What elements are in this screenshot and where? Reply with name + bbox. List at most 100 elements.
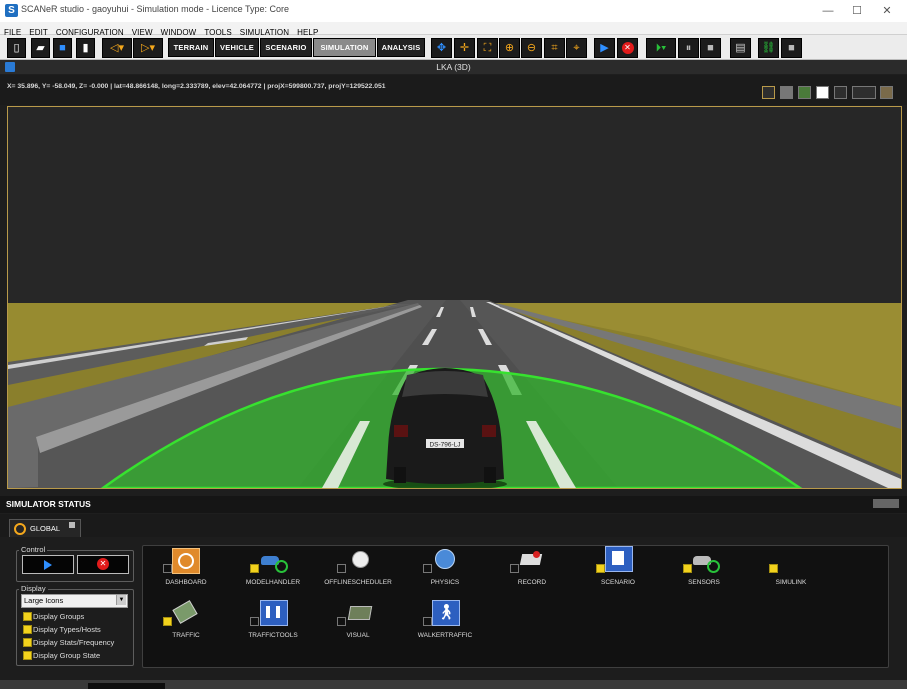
traffic-map-icon[interactable] <box>172 600 198 624</box>
module-visual-label: VISUAL <box>346 632 370 639</box>
minimize-button[interactable]: — <box>813 0 843 22</box>
display-mode-value: Large Icons <box>24 596 64 605</box>
module-offlinescheduler-checkbox[interactable] <box>337 564 346 573</box>
stop-button[interactable]: ✕ <box>77 555 129 574</box>
module-traffictools-label: TRAFFICTOOLS <box>248 632 298 639</box>
module-sensors-label: SENSORS <box>688 579 720 586</box>
users-dropdown-icon[interactable] <box>852 86 876 99</box>
control-group-label: Control <box>19 545 48 554</box>
light-toggle-icon[interactable] <box>816 86 829 99</box>
zoom-out-icon[interactable]: ⊖ <box>521 38 542 58</box>
viewport-title: LKA (3D) <box>436 62 471 72</box>
monitor-icon[interactable]: ▤ <box>730 38 751 58</box>
module-physics-checkbox[interactable] <box>423 564 432 573</box>
module-traffic-checkbox[interactable] <box>163 617 172 626</box>
grid-toggle-icon[interactable] <box>762 86 775 99</box>
select-move-icon[interactable]: ✥ <box>431 38 452 58</box>
display-groups-label: Display Groups <box>33 612 85 621</box>
square-icon[interactable]: ■ <box>781 38 802 58</box>
module-scenario-label: SCENARIO <box>601 579 635 586</box>
module-physics-label: PHYSICS <box>430 579 460 586</box>
tab-global-label: GLOBAL <box>30 524 61 533</box>
display-group-state-checkbox[interactable] <box>23 651 32 660</box>
tab-global-icon <box>14 523 26 535</box>
dashboard-gauge-icon[interactable] <box>172 548 200 574</box>
display-groups-checkbox[interactable] <box>23 612 32 621</box>
stop-icon[interactable]: ■ <box>700 38 721 58</box>
display-stats-checkbox[interactable] <box>23 638 32 647</box>
center-target-icon[interactable]: ⌖ <box>566 38 587 58</box>
module-simulink-checkbox[interactable] <box>769 564 778 573</box>
module-walkertraffic-label: WALKERTRAFFIC <box>417 632 473 639</box>
module-record-checkbox[interactable] <box>510 564 519 573</box>
mode-vehicle[interactable]: VEHICLE <box>215 38 259 57</box>
mode-terrain[interactable]: TERRAIN <box>168 38 214 57</box>
maximize-button[interactable]: ☐ <box>842 0 872 22</box>
fit-view-icon[interactable]: ⛶ <box>477 38 498 58</box>
module-record-label: RECORD <box>517 579 547 586</box>
module-offlinescheduler-label: OFFLINESCHEDULER <box>324 579 392 586</box>
viewport-3d[interactable]: DS-796-LJ <box>7 106 902 489</box>
pause-icon[interactable]: ⏸ <box>678 38 699 58</box>
display-group-label: Display <box>19 584 48 593</box>
frame-icon[interactable] <box>834 86 847 99</box>
vehicle-view-icon[interactable] <box>880 86 893 99</box>
redo-icon[interactable]: ▷▾ <box>133 38 163 58</box>
display-group-state-label: Display Group State <box>33 651 101 660</box>
stopwatch-icon[interactable] <box>347 548 373 572</box>
coordinates-readout: X= 35.896, Y= -58.049, Z= -0.000 | lat=4… <box>7 83 386 90</box>
close-button[interactable]: ✕ <box>872 0 902 22</box>
mode-simulation[interactable]: SIMULATION <box>313 38 376 57</box>
status-title: SIMULATOR STATUS <box>6 499 91 509</box>
pan-icon[interactable]: ✛ <box>454 38 475 58</box>
play-icon <box>44 560 52 570</box>
status-panel-controls[interactable] <box>873 499 899 508</box>
pedestrian-icon[interactable]: 🚶︎ <box>432 600 460 626</box>
module-visual-checkbox[interactable] <box>337 617 346 626</box>
menu-bar: FILE EDIT CONFIGURATION VIEW WINDOW TOOLS SIMU… <box>0 22 907 37</box>
physics-globe-icon[interactable] <box>432 547 458 571</box>
module-scenario-checkbox[interactable] <box>596 564 605 573</box>
play-simulation-icon[interactable]: ⏵▾ <box>646 38 676 58</box>
new-file-icon[interactable]: ▯ <box>7 38 26 58</box>
mode-analysis[interactable]: ANALYSIS <box>377 38 425 57</box>
save-icon[interactable]: ■ <box>53 38 72 58</box>
module-dashboard-label: DASHBOARD <box>165 579 207 586</box>
module-walkertraffic-checkbox[interactable] <box>423 617 432 626</box>
camera-icon[interactable] <box>780 86 793 99</box>
link-icon[interactable]: ⛓ <box>758 38 779 58</box>
module-sensors-checkbox[interactable] <box>683 564 692 573</box>
module-modelhandler-checkbox[interactable] <box>250 564 259 573</box>
scene-render: DS-796-LJ <box>8 107 901 488</box>
license-plate: DS-796-LJ <box>429 442 460 449</box>
undo-icon[interactable]: ◁▾ <box>102 38 132 58</box>
module-dashboard-checkbox[interactable] <box>163 564 172 573</box>
status-header <box>0 496 907 513</box>
start-button[interactable] <box>22 555 74 574</box>
module-traffic-label: TRAFFIC <box>172 632 200 639</box>
stop-red-icon[interactable]: ✕ <box>617 38 638 58</box>
scenario-document-icon[interactable] <box>605 546 633 572</box>
visual-landscape-icon[interactable] <box>347 600 373 624</box>
bottom-tab[interactable] <box>88 683 165 689</box>
module-modelhandler-label: MODELHANDLER <box>245 579 301 586</box>
stop-circle-icon: ✕ <box>97 558 109 570</box>
display-types-label: Display Types/Hosts <box>33 625 101 634</box>
module-traffictools-checkbox[interactable] <box>250 617 259 626</box>
run-selection-icon[interactable]: ▶ <box>594 38 615 58</box>
zoom-box-icon[interactable]: ⌗ <box>544 38 565 58</box>
sensors-car-icon[interactable] <box>692 548 720 573</box>
chevron-down-icon[interactable]: ▼ <box>116 595 126 605</box>
app-logo-icon: S <box>5 4 18 17</box>
window-title: SCANeR studio - gaoyuhui - Simulation mo… <box>21 4 289 14</box>
display-types-checkbox[interactable] <box>23 625 32 634</box>
document-icon[interactable]: ▮ <box>76 38 95 58</box>
terrain-toggle-icon[interactable] <box>798 86 811 99</box>
traffictools-icon[interactable] <box>260 600 288 626</box>
record-icon[interactable] <box>519 548 545 572</box>
mode-scenario[interactable]: SCENARIO <box>260 38 312 57</box>
zoom-in-icon[interactable]: ⊕ <box>499 38 520 58</box>
tab-close-icon[interactable] <box>69 522 75 528</box>
open-folder-icon[interactable]: ▰ <box>31 38 50 58</box>
modelhandler-car-icon[interactable] <box>260 548 288 573</box>
